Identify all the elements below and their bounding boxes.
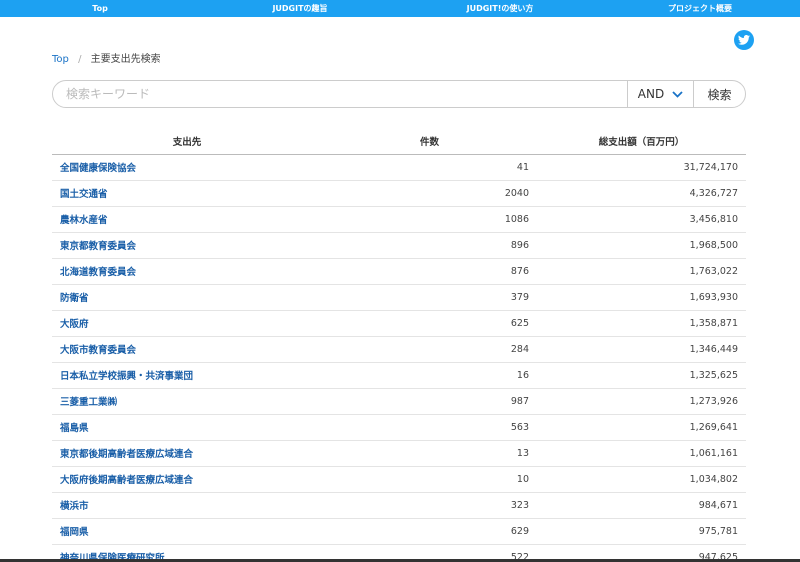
row-total-cell: 1,034,802 — [537, 466, 746, 493]
table-row: 横浜市 323 984,671 — [52, 492, 746, 519]
row-count-cell: 987 — [322, 388, 537, 415]
row-name-cell: 大阪市教育委員会 — [52, 336, 322, 363]
row-total-cell: 975,781 — [537, 518, 746, 545]
row-count-cell: 629 — [322, 518, 537, 545]
nav-top[interactable]: Top — [0, 4, 200, 13]
table-row: 福島県 563 1,269,641 — [52, 414, 746, 441]
search-mode-select[interactable]: AND — [627, 81, 693, 107]
breadcrumb-current: 主要支出先検索 — [90, 54, 161, 65]
table-row: 北海道教育委員会 876 1,763,022 — [52, 258, 746, 285]
payee-link[interactable]: 農林水産省 — [60, 215, 108, 226]
payee-link[interactable]: 大阪府後期高齢者医療広域連合 — [60, 475, 193, 486]
search-button[interactable]: 検索 — [693, 81, 745, 107]
payee-link[interactable]: 大阪府 — [60, 319, 89, 330]
row-total-cell: 1,358,871 — [537, 310, 746, 337]
row-name-cell: 福岡県 — [52, 518, 322, 545]
row-name-cell: 大阪府 — [52, 310, 322, 337]
table-row: 日本私立学校振興・共済事業団 16 1,325,625 — [52, 362, 746, 389]
row-count-cell: 41 — [322, 154, 537, 181]
table-row: 大阪府 625 1,358,871 — [52, 310, 746, 337]
row-name-cell: 日本私立学校振興・共済事業団 — [52, 362, 322, 389]
payee-link[interactable]: 全国健康保険協会 — [60, 163, 136, 174]
payee-link[interactable]: 東京都後期高齢者医療広域連合 — [60, 449, 193, 460]
table-row: 全国健康保険協会 41 31,724,170 — [52, 154, 746, 181]
row-total-cell: 4,326,727 — [537, 180, 746, 207]
nav-purpose[interactable]: JUDGITの趣旨 — [200, 3, 400, 14]
breadcrumb-top-link[interactable]: Top — [52, 54, 69, 65]
chevron-down-icon — [672, 90, 683, 98]
search-input[interactable] — [53, 81, 627, 107]
search-bar: AND 検索 — [52, 80, 746, 108]
table-row: 東京都教育委員会 896 1,968,500 — [52, 232, 746, 259]
payee-link[interactable]: 日本私立学校振興・共済事業団 — [60, 371, 193, 382]
row-total-cell: 984,671 — [537, 492, 746, 519]
table-row: 大阪市教育委員会 284 1,346,449 — [52, 336, 746, 363]
table-row: 大阪府後期高齢者医療広域連合 10 1,034,802 — [52, 466, 746, 493]
nav-howto[interactable]: JUDGIT!の使い方 — [400, 3, 600, 14]
table-row: 三菱重工業㈱ 987 1,273,926 — [52, 388, 746, 415]
row-total-cell: 3,456,810 — [537, 206, 746, 233]
payee-link[interactable]: 大阪市教育委員会 — [60, 345, 136, 356]
header-count: 件数 — [322, 128, 537, 155]
payee-link[interactable]: 防衛省 — [60, 293, 89, 304]
table-row: 防衛省 379 1,693,930 — [52, 284, 746, 311]
row-count-cell: 284 — [322, 336, 537, 363]
twitter-icon — [738, 35, 750, 45]
row-name-cell: 東京都後期高齢者医療広域連合 — [52, 440, 322, 467]
row-total-cell: 1,273,926 — [537, 388, 746, 415]
row-count-cell: 2040 — [322, 180, 537, 207]
row-name-cell: 大阪府後期高齢者医療広域連合 — [52, 466, 322, 493]
row-name-cell: 福島県 — [52, 414, 322, 441]
table-row: 福岡県 629 975,781 — [52, 518, 746, 545]
row-name-cell: 全国健康保険協会 — [52, 154, 322, 181]
row-count-cell: 16 — [322, 362, 537, 389]
row-count-cell: 323 — [322, 492, 537, 519]
row-count-cell: 625 — [322, 310, 537, 337]
table-row: 東京都後期高齢者医療広域連合 13 1,061,161 — [52, 440, 746, 467]
payee-link[interactable]: 福島県 — [60, 423, 89, 434]
row-count-cell: 1086 — [322, 206, 537, 233]
row-count-cell: 13 — [322, 440, 537, 467]
row-total-cell: 31,724,170 — [537, 154, 746, 181]
breadcrumb: Top / 主要支出先検索 — [52, 50, 161, 65]
header-total: 総支出額（百万円） — [537, 128, 746, 155]
row-total-cell: 1,968,500 — [537, 232, 746, 259]
payee-link[interactable]: 三菱重工業㈱ — [60, 397, 117, 408]
twitter-share-button[interactable] — [734, 30, 754, 50]
row-name-cell: 防衛省 — [52, 284, 322, 311]
row-name-cell: 東京都教育委員会 — [52, 232, 322, 259]
table-row: 農林水産省 1086 3,456,810 — [52, 206, 746, 233]
row-total-cell: 1,325,625 — [537, 362, 746, 389]
row-count-cell: 563 — [322, 414, 537, 441]
payee-link[interactable]: 東京都教育委員会 — [60, 241, 136, 252]
row-total-cell: 1,061,161 — [537, 440, 746, 467]
nav-project-overview[interactable]: プロジェクト概要 — [600, 3, 800, 14]
breadcrumb-separator: / — [78, 54, 82, 65]
header-name: 支出先 — [52, 128, 322, 155]
row-count-cell: 876 — [322, 258, 537, 285]
row-total-cell: 1,346,449 — [537, 336, 746, 363]
table-row: 国土交通省 2040 4,326,727 — [52, 180, 746, 207]
row-name-cell: 農林水産省 — [52, 206, 322, 233]
top-navigation: Top JUDGITの趣旨 JUDGIT!の使い方 プロジェクト概要 — [0, 0, 800, 17]
payee-link[interactable]: 北海道教育委員会 — [60, 267, 136, 278]
row-count-cell: 379 — [322, 284, 537, 311]
search-mode-value: AND — [637, 87, 665, 101]
payee-link[interactable]: 福岡県 — [60, 527, 89, 538]
row-name-cell: 横浜市 — [52, 492, 322, 519]
row-name-cell: 国土交通省 — [52, 180, 322, 207]
row-name-cell: 北海道教育委員会 — [52, 258, 322, 285]
table-header-row: 支出先 件数 総支出額（百万円） — [52, 128, 746, 155]
row-total-cell: 1,269,641 — [537, 414, 746, 441]
row-total-cell: 1,763,022 — [537, 258, 746, 285]
row-name-cell: 三菱重工業㈱ — [52, 388, 322, 415]
payee-link[interactable]: 国土交通省 — [60, 189, 108, 200]
row-total-cell: 1,693,930 — [537, 284, 746, 311]
payee-link[interactable]: 横浜市 — [60, 501, 89, 512]
results-table: 支出先 件数 総支出額（百万円） 全国健康保険協会 41 31,724,170 国土交… — [52, 128, 746, 562]
row-count-cell: 896 — [322, 232, 537, 259]
row-count-cell: 10 — [322, 466, 537, 493]
